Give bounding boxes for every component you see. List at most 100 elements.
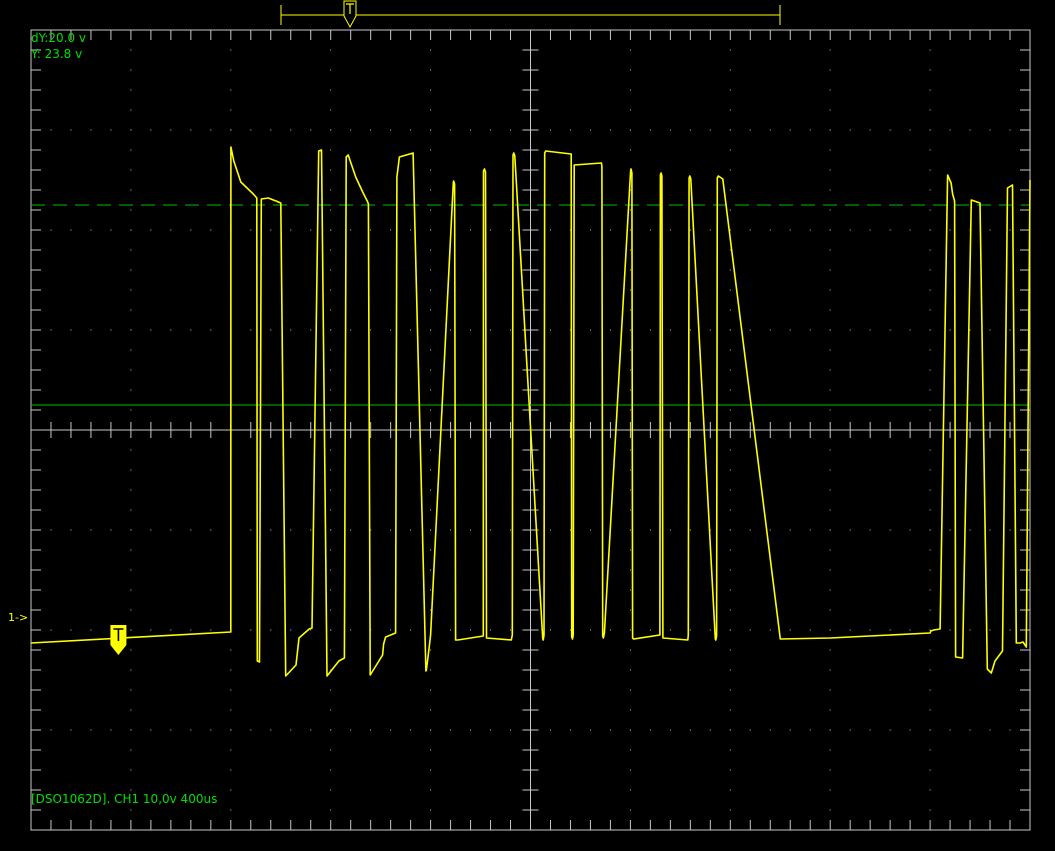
grid-dot — [849, 529, 851, 531]
grid-dot — [1009, 629, 1011, 631]
grid-dot — [609, 129, 611, 131]
grid-dot — [130, 549, 132, 551]
grid-dot — [849, 729, 851, 731]
grid-dot — [430, 129, 432, 131]
grid-dot — [709, 329, 711, 331]
grid-dot — [729, 409, 731, 411]
grid-dot — [829, 449, 831, 451]
grid-dot — [330, 509, 332, 511]
grid-dot — [929, 729, 931, 731]
grid-dot — [430, 229, 432, 231]
grid-dot — [609, 629, 611, 631]
grid-dot — [410, 629, 412, 631]
grid-dot — [629, 669, 631, 671]
grid-dot — [330, 189, 332, 191]
grid-dot — [150, 629, 152, 631]
grid-dot — [729, 629, 731, 631]
grid-dot — [729, 109, 731, 111]
grid-dot — [749, 729, 751, 731]
ch1-ground-marker[interactable]: 1-> — [8, 611, 28, 625]
grid-dot — [929, 509, 931, 511]
grid-dot — [629, 709, 631, 711]
grid-dot — [50, 329, 52, 331]
grid-dot — [330, 289, 332, 291]
grid-dot — [829, 129, 831, 131]
grid-dot — [729, 369, 731, 371]
grid-dot — [629, 789, 631, 791]
grid-dot — [410, 129, 412, 131]
grid-dot — [490, 529, 492, 531]
grid-dot — [250, 629, 252, 631]
grid-dot — [330, 769, 332, 771]
grid-dot — [549, 229, 551, 231]
grid-dot — [430, 89, 432, 91]
grid-dot — [649, 629, 651, 631]
grid-dot — [90, 729, 92, 731]
grid-dot — [689, 529, 691, 531]
grid-dot — [170, 129, 172, 131]
grid-dot — [330, 489, 332, 491]
grid-dot — [130, 49, 132, 51]
grid-dot — [829, 509, 831, 511]
grid-dot — [370, 129, 372, 131]
grid-dot — [70, 129, 72, 131]
grid-dot — [250, 229, 252, 231]
grid-dot — [929, 209, 931, 211]
grid-dot — [929, 349, 931, 351]
grid-dot — [130, 469, 132, 471]
grid-dot — [90, 329, 92, 331]
grid-dot — [430, 789, 432, 791]
grid-dot — [410, 529, 412, 531]
grid-dot — [430, 209, 432, 211]
grid-dot — [909, 729, 911, 731]
grid-dot — [789, 329, 791, 331]
grid-dot — [629, 609, 631, 611]
grid-dot — [729, 449, 731, 451]
grid-dot — [1009, 129, 1011, 131]
grid-dot — [629, 229, 631, 231]
grid-dot — [230, 669, 232, 671]
grid-dot — [1009, 229, 1011, 231]
grid-dot — [170, 229, 172, 231]
grid-dot — [430, 729, 432, 731]
grid-dot — [829, 289, 831, 291]
grid-dot — [809, 629, 811, 631]
grid-dot — [450, 529, 452, 531]
grid-dot — [130, 169, 132, 171]
grid-dot — [729, 49, 731, 51]
grid-dot — [510, 629, 512, 631]
grid-dot — [430, 109, 432, 111]
grid-dot — [430, 289, 432, 291]
grid-dot — [310, 329, 312, 331]
grid-dot — [929, 409, 931, 411]
grid-dot — [629, 649, 631, 651]
grid-dot — [430, 749, 432, 751]
grid-dot — [230, 709, 232, 711]
grid-dot — [510, 329, 512, 331]
grid-dot — [969, 529, 971, 531]
grid-dot — [989, 529, 991, 531]
grid-dot — [929, 369, 931, 371]
grid-dot — [629, 369, 631, 371]
grid-dot — [1009, 729, 1011, 731]
grid-dot — [669, 729, 671, 731]
grid-dot — [210, 729, 212, 731]
grid-dot — [829, 709, 831, 711]
grid-dot — [829, 689, 831, 691]
grid-dot — [470, 629, 472, 631]
grid-dot — [589, 629, 591, 631]
grid-dot — [490, 629, 492, 631]
grid-dot — [110, 529, 112, 531]
grid-dot — [290, 629, 292, 631]
grid-dot — [350, 329, 352, 331]
grid-dot — [969, 729, 971, 731]
grid-dot — [490, 229, 492, 231]
grid-dot — [729, 669, 731, 671]
grid-dot — [729, 249, 731, 251]
grid-dot — [889, 729, 891, 731]
grid-dot — [430, 69, 432, 71]
grid-dot — [549, 529, 551, 531]
grid-dot — [669, 329, 671, 331]
grid-dot — [430, 469, 432, 471]
grid-dot — [310, 529, 312, 531]
